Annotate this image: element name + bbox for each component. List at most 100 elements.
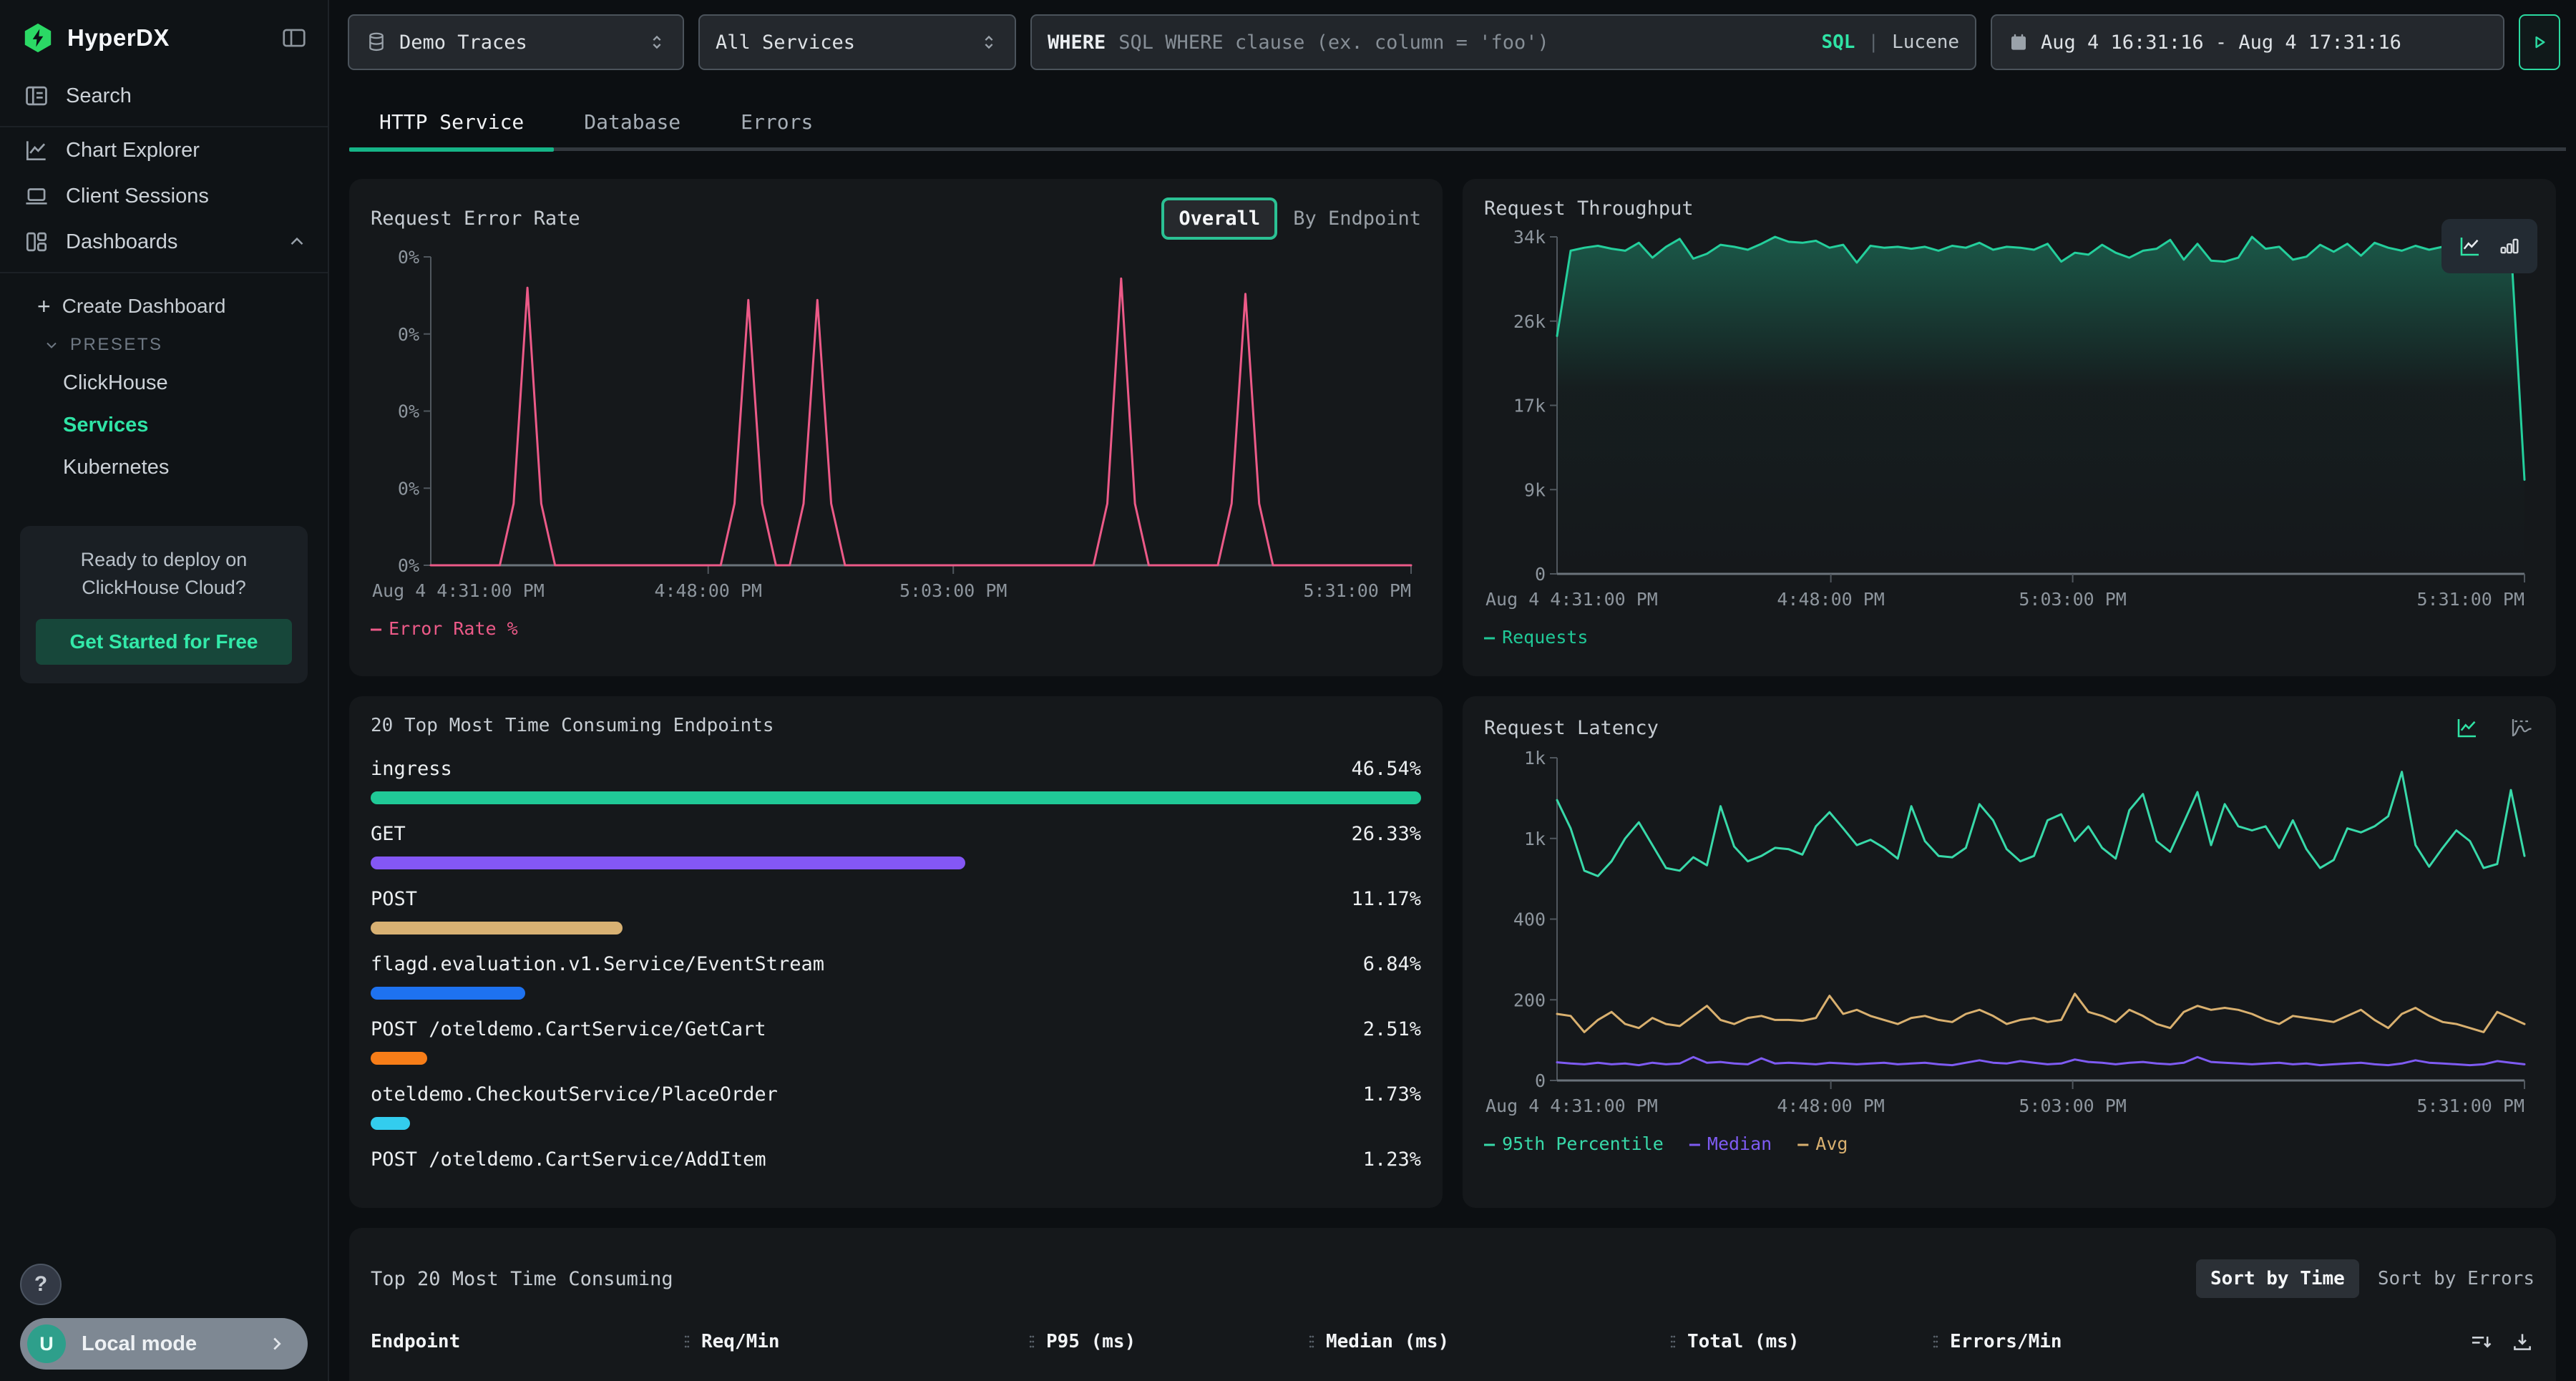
- plus-icon: +: [37, 295, 51, 318]
- source-select[interactable]: Demo Traces: [348, 14, 684, 70]
- app-title[interactable]: HyperDX: [67, 24, 170, 52]
- sidebar-item-dashboards[interactable]: Dashboards: [0, 219, 328, 265]
- service-select-value: All Services: [716, 31, 855, 54]
- endpoint-row[interactable]: POST /oteldemo.CartService/AddItem1.23%: [371, 1148, 1421, 1171]
- collapse-sidebar-icon[interactable]: [280, 24, 308, 52]
- column-header-total[interactable]: Total (ms): [1667, 1331, 1930, 1352]
- endpoint-row[interactable]: POST 11.17%: [371, 888, 1421, 935]
- svg-text:26k: 26k: [1513, 311, 1546, 332]
- where-search-box[interactable]: WHERE SQL | Lucene: [1030, 14, 1976, 70]
- column-header-p95[interactable]: P95 (ms): [1026, 1331, 1306, 1352]
- panel-request-error-rate: Request Error Rate Overall By Endpoint 0…: [349, 179, 1443, 676]
- avatar: U: [27, 1324, 66, 1363]
- sidebar-preset-kubernetes[interactable]: Kubernetes: [0, 446, 328, 489]
- cloud-card-line1: Ready to deploy on: [36, 546, 292, 574]
- cloud-card-line2: ClickHouse Cloud?: [36, 574, 292, 602]
- column-header-endpoint[interactable]: Endpoint: [371, 1331, 681, 1352]
- endpoint-label: oteldemo.CheckoutService/PlaceOrder: [371, 1083, 778, 1106]
- endpoint-label: GET: [371, 823, 406, 845]
- time-range-picker[interactable]: Aug 4 16:31:16 - Aug 4 17:31:16: [1991, 14, 2504, 70]
- lucene-mode-toggle[interactable]: Lucene: [1892, 31, 1959, 53]
- line-chart-toggle-icon[interactable]: [2454, 715, 2480, 741]
- endpoint-row[interactable]: flagd.evaluation.v1.Service/EventStream6…: [371, 953, 1421, 1000]
- tab-http-service[interactable]: HTTP Service: [349, 84, 554, 159]
- endpoint-label: POST /oteldemo.CartService/GetCart: [371, 1018, 766, 1040]
- svg-text:17k: 17k: [1513, 396, 1546, 416]
- chevron-updown-icon: [979, 32, 999, 52]
- topbar: Demo Traces All Services WHERE SQL | Luc…: [329, 0, 2576, 84]
- throughput-chart[interactable]: 09k17k26k34kAug 4 4:31:00 PM4:48:00 PM5:…: [1484, 225, 2534, 615]
- svg-text:0%: 0%: [398, 478, 419, 499]
- svg-text:0%: 0%: [398, 247, 419, 268]
- clickhouse-cloud-card: Ready to deploy on ClickHouse Cloud? Get…: [20, 526, 308, 683]
- histogram-toggle-icon[interactable]: [2509, 715, 2534, 741]
- endpoint-pct: 2.51%: [1363, 1018, 1421, 1040]
- svg-text:5:03:00 PM: 5:03:00 PM: [2019, 1095, 2127, 1116]
- panel-title: Request Error Rate: [371, 208, 580, 230]
- app-root: HyperDX Search: [0, 0, 2576, 1381]
- drag-handle-icon[interactable]: [1667, 1332, 1679, 1352]
- chevron-up-icon[interactable]: [286, 231, 308, 253]
- drag-handle-icon[interactable]: [1930, 1332, 1941, 1352]
- chevron-down-icon: [43, 336, 60, 353]
- bar-chart-toggle-icon[interactable]: [2497, 234, 2522, 258]
- sql-mode-toggle[interactable]: SQL: [1821, 31, 1855, 53]
- endpoint-pct: 1.23%: [1363, 1148, 1421, 1171]
- line-chart-toggle-icon[interactable]: [2457, 233, 2483, 259]
- panel-top-endpoints: 20 Top Most Time Consuming Endpoints ing…: [349, 696, 1443, 1208]
- tab-errors[interactable]: Errors: [711, 84, 843, 159]
- column-header-reqmin[interactable]: Req/Min: [681, 1331, 1026, 1352]
- sidebar: HyperDX Search: [0, 0, 329, 1381]
- sidebar-preset-clickhouse[interactable]: ClickHouse: [0, 362, 328, 404]
- create-dashboard-button[interactable]: + Create Dashboard: [0, 286, 328, 326]
- panel-title: Request Throughput: [1484, 197, 1694, 220]
- svg-text:Aug 4 4:31:00 PM: Aug 4 4:31:00 PM: [1485, 589, 1658, 610]
- drag-handle-icon[interactable]: [1026, 1332, 1038, 1352]
- overall-toggle-button[interactable]: Overall: [1161, 197, 1277, 240]
- sidebar-item-search[interactable]: Search: [0, 73, 328, 119]
- svg-text:400: 400: [1513, 909, 1546, 930]
- svg-text:4:48:00 PM: 4:48:00 PM: [1777, 1095, 1885, 1116]
- latency-chart[interactable]: 02004001k1kAug 4 4:31:00 PM4:48:00 PM5:0…: [1484, 746, 2534, 1122]
- sidebar-item-label: Chart Explorer: [66, 139, 200, 162]
- sort-filter-icon[interactable]: [2469, 1329, 2493, 1354]
- sidebar-item-chart-explorer[interactable]: Chart Explorer: [0, 127, 328, 173]
- run-query-button[interactable]: [2519, 14, 2560, 70]
- column-header-median[interactable]: Median (ms): [1306, 1331, 1667, 1352]
- presets-toggle[interactable]: PRESETS: [0, 326, 328, 362]
- endpoint-label: POST: [371, 888, 417, 910]
- tab-database[interactable]: Database: [554, 84, 711, 159]
- drag-handle-icon[interactable]: [1306, 1332, 1317, 1352]
- dashboard-tabs: HTTP Service Database Errors: [329, 84, 2576, 159]
- sidebar-item-client-sessions[interactable]: Client Sessions: [0, 173, 328, 219]
- endpoint-pct: 11.17%: [1351, 888, 1421, 910]
- help-button[interactable]: ?: [20, 1264, 62, 1305]
- endpoint-label: flagd.evaluation.v1.Service/EventStream: [371, 953, 824, 975]
- endpoint-row[interactable]: ingress46.54%: [371, 758, 1421, 804]
- line-chart-icon: [23, 137, 50, 164]
- endpoint-bar: [371, 857, 965, 869]
- download-icon[interactable]: [2510, 1329, 2534, 1354]
- sort-by-time-button[interactable]: Sort by Time: [2196, 1259, 2359, 1298]
- by-endpoint-toggle-button[interactable]: By Endpoint: [1293, 208, 1421, 230]
- table-header-row: Endpoint Req/Min P95 (ms) Median (ms) To…: [371, 1329, 2534, 1354]
- sidebar-preset-services[interactable]: Services: [0, 404, 328, 446]
- search-input[interactable]: [1118, 31, 1808, 54]
- chevron-right-icon: [266, 1333, 288, 1355]
- sort-by-errors-button[interactable]: Sort by Errors: [2378, 1268, 2534, 1289]
- chevron-updown-icon: [647, 32, 667, 52]
- chart-type-toolbar: [2441, 219, 2537, 273]
- get-started-button[interactable]: Get Started for Free: [36, 619, 292, 665]
- endpoint-row[interactable]: POST /oteldemo.CartService/GetCart 2.51%: [371, 1018, 1421, 1065]
- time-range-value: Aug 4 16:31:16 - Aug 4 17:31:16: [2041, 31, 2401, 54]
- column-header-errorsmin[interactable]: Errors/Min: [1930, 1329, 2534, 1354]
- dashboards-icon: [23, 228, 50, 255]
- main-area: Demo Traces All Services WHERE SQL | Luc…: [329, 0, 2576, 1381]
- drag-handle-icon[interactable]: [681, 1332, 693, 1352]
- panel-title: Request Latency: [1484, 717, 1659, 739]
- endpoint-row[interactable]: oteldemo.CheckoutService/PlaceOrder1.73%: [371, 1083, 1421, 1130]
- local-mode-button[interactable]: U Local mode: [20, 1318, 308, 1370]
- endpoint-row[interactable]: GET26.33%: [371, 823, 1421, 869]
- service-select[interactable]: All Services: [698, 14, 1016, 70]
- error-rate-chart[interactable]: 0%0%0%0%0%Aug 4 4:31:00 PM4:48:00 PM5:03…: [371, 245, 1421, 607]
